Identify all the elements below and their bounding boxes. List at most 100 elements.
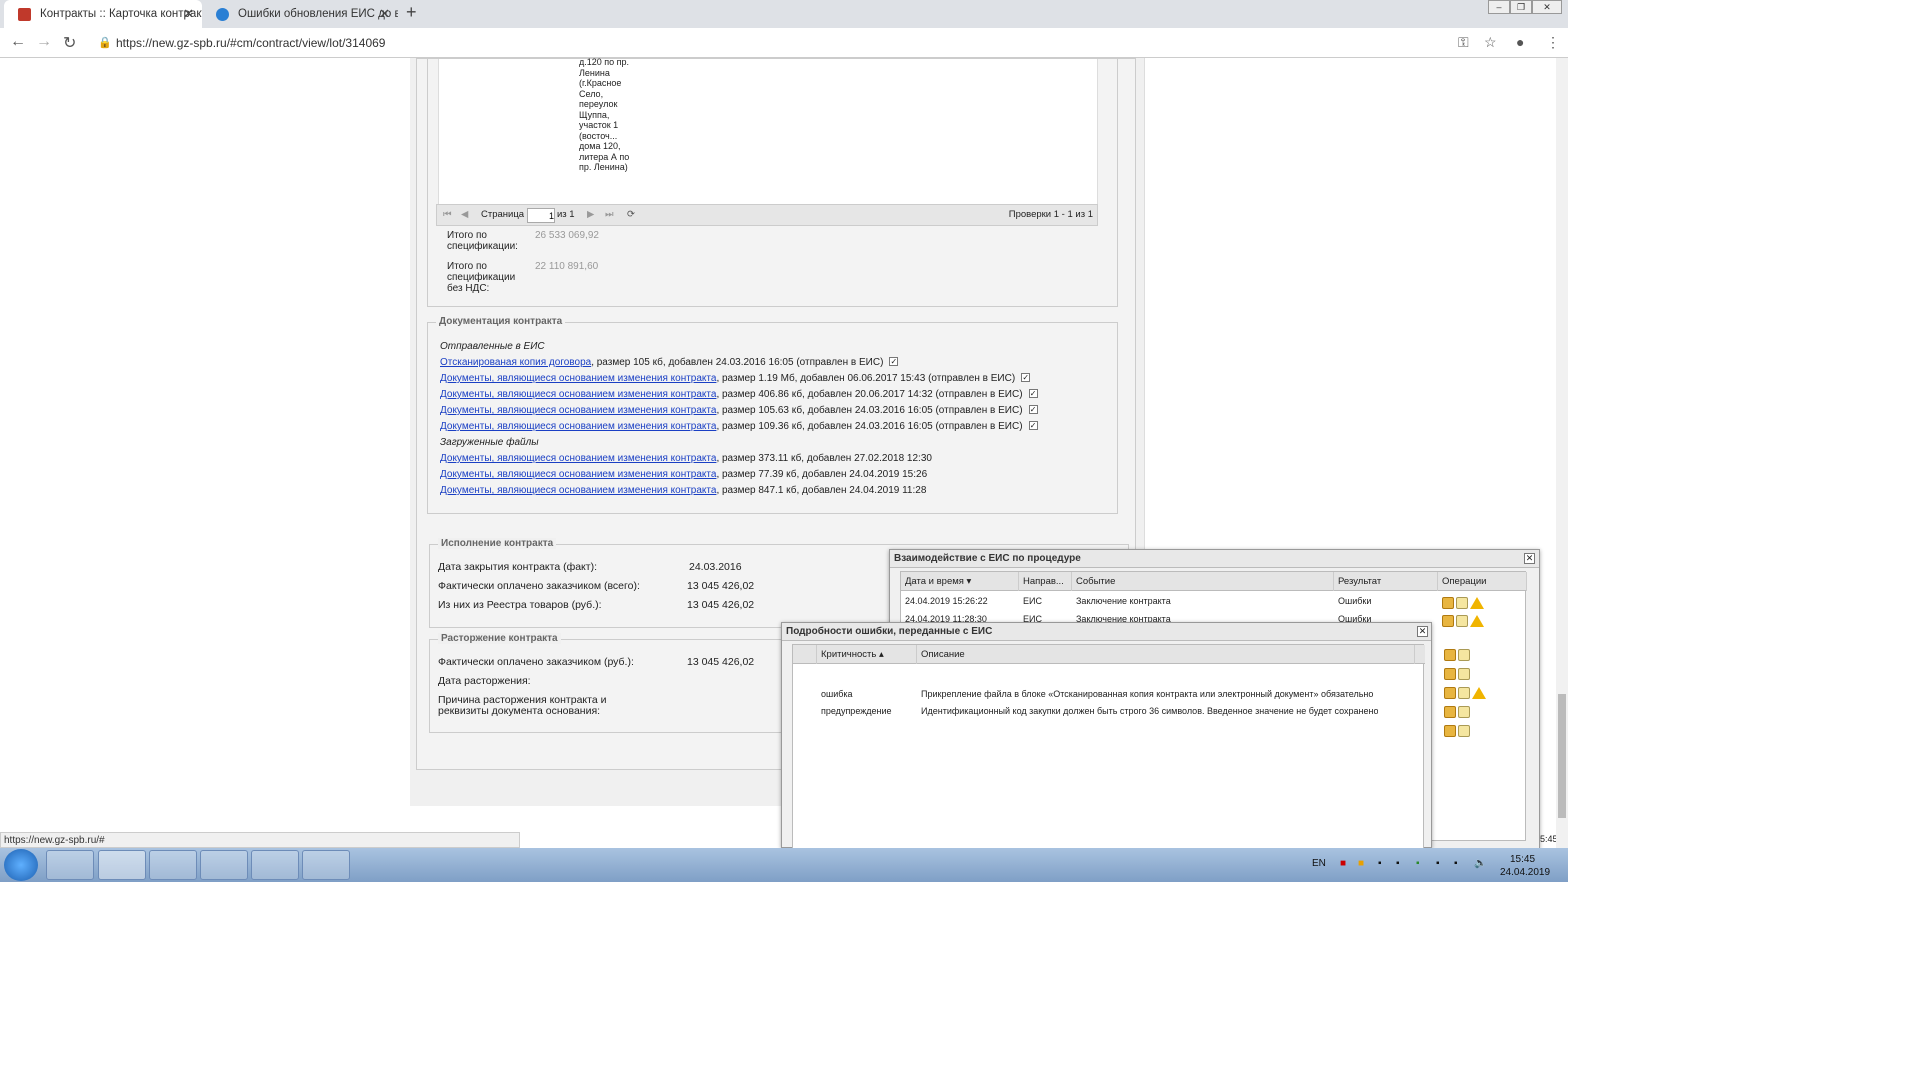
tray-icon[interactable]: ■ (1358, 858, 1364, 869)
table-row[interactable]: ошибка Прикрепление файла в блоке «Отска… (793, 685, 1425, 703)
last-page-icon[interactable]: ⏭ (605, 205, 614, 225)
doc-link[interactable]: Документы, являющиеся основанием изменен… (440, 485, 716, 496)
scrollbar-thumb[interactable] (1558, 694, 1566, 818)
package-icon[interactable] (1444, 725, 1456, 738)
dialog-title[interactable]: Подробности ошибки, переданные с ЕИС (782, 623, 1431, 641)
tray-icon[interactable]: ▪ (1378, 858, 1382, 869)
close-icon[interactable]: ✕ (1417, 626, 1428, 637)
table-row[interactable]: 24.04.2019 15:26:22 ЕИС Заключение контр… (901, 592, 1527, 610)
star-icon[interactable]: ☆ (1484, 34, 1497, 51)
minimize-button[interactable]: – (1488, 0, 1510, 14)
ie-taskbar-icon[interactable] (46, 850, 94, 880)
package-icon[interactable] (1444, 668, 1456, 681)
language-indicator[interactable]: EN (1312, 858, 1326, 869)
package-icon[interactable] (1442, 596, 1454, 609)
doc-link[interactable]: Документы, являющиеся основанием изменен… (440, 469, 716, 480)
document-icon[interactable] (1458, 706, 1470, 719)
globe-icon (216, 8, 229, 21)
col-severity[interactable]: Критичность ▴ (817, 645, 917, 664)
clock-date[interactable]: 24.04.2019 (1500, 867, 1550, 878)
col-date[interactable]: Дата и время ▾ (901, 572, 1019, 591)
row-severity: ошибка (821, 689, 853, 699)
menu-dots-icon[interactable]: ⋮ (1546, 34, 1560, 51)
exec-row-label: Фактически оплачено заказчиком (всего): (438, 580, 640, 592)
back-arrow-icon[interactable]: ← (10, 33, 26, 51)
tray-icon[interactable]: ▪ (1396, 858, 1400, 869)
doc-meta: , размер 105 кб, добавлен 24.03.2016 16:… (591, 357, 884, 368)
col-operations[interactable]: Операции (1438, 572, 1527, 591)
tray-icon[interactable]: ▪ (1454, 858, 1458, 869)
outlook-taskbar-icon[interactable] (149, 850, 197, 880)
clock-time[interactable]: 15:45 (1510, 854, 1535, 865)
row-description: Прикрепление файла в блоке «Отсканирован… (921, 689, 1374, 699)
package-icon[interactable] (1444, 687, 1456, 700)
document-icon[interactable] (1458, 687, 1470, 700)
close-tab-icon[interactable]: ✕ (379, 0, 390, 28)
start-button-icon[interactable] (4, 849, 38, 881)
sent-checkbox: ✓ (1028, 389, 1038, 398)
key-icon[interactable]: ⚿ (1458, 34, 1469, 51)
page-number-input[interactable] (527, 208, 555, 223)
doc-row: Документы, являющиеся основанием изменен… (440, 469, 927, 480)
row-operations (1444, 706, 1472, 719)
row-operations (1438, 593, 1486, 611)
package-icon[interactable] (1442, 614, 1454, 627)
tab-eis-errors[interactable]: Ошибки обновления ЕИС до версии ✕ (202, 0, 398, 28)
table-row[interactable]: предупреждение Идентификационный код зак… (793, 702, 1425, 720)
refresh-icon[interactable]: ⟳ (627, 205, 635, 225)
doc-link[interactable]: Отсканированая копия договора (440, 357, 591, 368)
document-icon[interactable] (1458, 649, 1470, 662)
document-icon[interactable] (1458, 725, 1470, 738)
volume-icon[interactable]: 🔈 (1474, 858, 1486, 869)
sent-checkbox: ✓ (1021, 373, 1031, 382)
account-icon[interactable]: ● (1516, 34, 1524, 50)
close-window-button[interactable]: ✕ (1532, 0, 1562, 14)
col-direction[interactable]: Направ... (1019, 572, 1072, 591)
specification-section: д.120 по пр. Ленина (г.Красное Село, пер… (427, 58, 1118, 307)
warning-icon[interactable] (1470, 596, 1484, 609)
col-result[interactable]: Результат (1334, 572, 1438, 591)
document-icon[interactable] (1456, 596, 1468, 609)
doc-meta: , размер 1.19 Мб, добавлен 06.06.2017 15… (716, 373, 1016, 384)
row-operations (1444, 687, 1488, 700)
antivirus-tray-icon[interactable]: ■ (1340, 858, 1346, 869)
explorer-taskbar-icon[interactable] (200, 850, 248, 880)
windows-taskbar: EN ■ ■ ▪ ▪ ▪ ▪ ▪ 🔈 15:45 24.04.2019 (0, 848, 1568, 882)
tab-contract-card[interactable]: Контракты :: Карточка контракта ✕ (4, 0, 202, 28)
doc-link[interactable]: Документы, являющиеся основанием изменен… (440, 389, 716, 400)
warning-icon[interactable] (1470, 614, 1484, 627)
reload-icon[interactable]: ↻ (63, 33, 76, 53)
col-event[interactable]: Событие (1072, 572, 1334, 591)
package-icon[interactable] (1444, 706, 1456, 719)
row-event: Заключение контракта (1076, 596, 1171, 606)
doc-link[interactable]: Документы, являющиеся основанием изменен… (440, 421, 716, 432)
total-novat-label: Итого по спецификации без НДС: (447, 261, 516, 294)
chrome-taskbar-icon[interactable] (98, 850, 146, 880)
forward-arrow-icon[interactable]: → (36, 33, 52, 51)
prev-page-icon[interactable]: ◀ (461, 205, 468, 225)
close-icon[interactable]: ✕ (1524, 553, 1535, 564)
tray-icon[interactable]: ▪ (1416, 858, 1420, 869)
network-icon[interactable]: ▪ (1436, 858, 1440, 869)
contract-docs-section: Документация контракта Отправленные в ЕИ… (427, 316, 1118, 514)
document-icon[interactable] (1458, 668, 1470, 681)
doc-link[interactable]: Документы, являющиеся основанием изменен… (440, 405, 716, 416)
package-icon[interactable] (1444, 649, 1456, 662)
url-field[interactable]: 🔒 https://new.gz-spb.ru/#cm/contract/vie… (96, 32, 1476, 54)
row-severity: предупреждение (821, 706, 892, 716)
execution-legend: Исполнение контракта (438, 538, 557, 549)
warning-icon[interactable] (1472, 687, 1486, 700)
paint-taskbar-icon[interactable] (251, 850, 299, 880)
close-tab-icon[interactable]: ✕ (183, 0, 194, 28)
next-page-icon[interactable]: ▶ (587, 205, 594, 225)
dialog-title[interactable]: Взаимодействие с ЕИС по процедуре (890, 550, 1539, 568)
doc-link[interactable]: Документы, являющиеся основанием изменен… (440, 453, 716, 464)
new-tab-button[interactable]: + (406, 2, 417, 23)
first-page-icon[interactable]: ⏮ (443, 205, 452, 225)
document-icon[interactable] (1456, 614, 1468, 627)
doc-link[interactable]: Документы, являющиеся основанием изменен… (440, 373, 716, 384)
col-description[interactable]: Описание (917, 645, 1415, 664)
page-scrollbar[interactable] (1556, 58, 1568, 848)
word-taskbar-icon[interactable] (302, 850, 350, 880)
restore-button[interactable]: ❐ (1510, 0, 1532, 14)
